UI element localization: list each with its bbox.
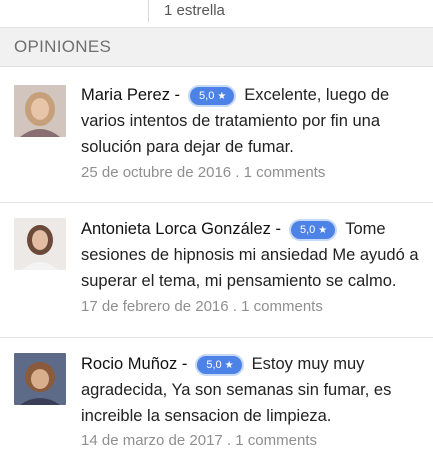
rating-badge: 5,0 ★ <box>190 87 235 105</box>
rating-value: 5,0 <box>299 224 316 236</box>
review-item: Maria Perez -5,0 ★ Excelente, luego de var… <box>0 68 433 200</box>
review-body: Rocio Muñoz -5,0 ★ Estoy muy muy agradecid… <box>81 351 421 429</box>
review-item: Rocio Muñoz -5,0 ★ Estoy muy muy agradecid… <box>0 337 433 451</box>
rating-value: 5,0 <box>206 359 222 371</box>
review-body: Antonieta Lorca González -5,0 ★ Tome sesio… <box>81 216 421 294</box>
reviewer-name[interactable]: Rocio Muñoz - <box>81 355 187 373</box>
review-date: 17 de febrero de 2016 <box>81 298 229 315</box>
rating-filter-row: 1 estrella <box>0 0 433 26</box>
rating-badge: 5,0 ★ <box>197 356 242 374</box>
comments-link[interactable]: 1 comments <box>235 432 317 449</box>
rating-filter-label[interactable]: 1 estrella <box>164 2 225 19</box>
comments-link[interactable]: 1 comments <box>241 298 323 315</box>
review-meta: 25 de octubre de 2016 . 1 comments <box>81 164 325 181</box>
review-meta: 14 de marzo de 2017 . 1 comments <box>81 432 317 449</box>
reviewer-name[interactable]: Antonieta Lorca González - <box>81 220 281 238</box>
comments-link[interactable]: 1 comments <box>244 164 326 181</box>
review-divider <box>0 202 433 203</box>
meta-separator: . <box>228 298 242 315</box>
star-icon: ★ <box>224 360 234 371</box>
reviewer-name[interactable]: Maria Perez - <box>81 86 180 104</box>
rating-value: 5,0 <box>199 90 215 102</box>
review-item: Antonieta Lorca González -5,0 ★ Tome sesio… <box>0 202 433 336</box>
divider <box>148 0 149 22</box>
avatar[interactable] <box>14 218 66 270</box>
avatar[interactable] <box>14 85 66 137</box>
star-icon: ★ <box>217 91 227 102</box>
meta-separator: . <box>231 164 244 181</box>
star-icon: ★ <box>318 225 328 236</box>
review-date: 25 de octubre de 2016 <box>81 164 232 181</box>
review-date: 14 de marzo de 2017 <box>81 432 223 449</box>
section-title: OPINIONES <box>14 37 112 56</box>
avatar[interactable] <box>14 353 66 405</box>
meta-separator: . <box>222 432 236 449</box>
review-body: Maria Perez -5,0 ★ Excelente, luego de var… <box>81 82 421 160</box>
reviews-section-header: OPINIONES <box>0 27 433 67</box>
review-meta: 17 de febrero de 2016 . 1 comments <box>81 298 323 315</box>
rating-badge: 5,0 ★ <box>290 221 336 239</box>
review-divider <box>0 337 433 338</box>
